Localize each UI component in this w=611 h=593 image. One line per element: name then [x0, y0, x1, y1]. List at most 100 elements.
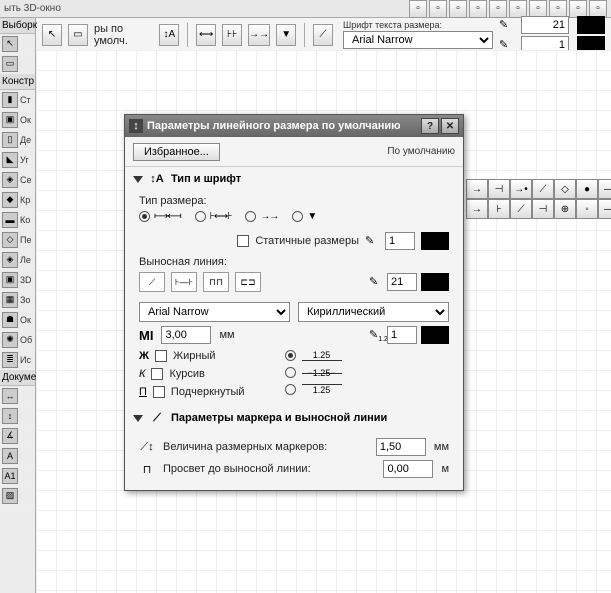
tool-slab[interactable]: ◈Ле	[0, 250, 35, 270]
tool-dim-angle[interactable]: ∡	[0, 426, 35, 446]
help-button[interactable]: ?	[421, 118, 439, 134]
top-tool-4[interactable]: ▫	[469, 0, 487, 18]
frame-radio-1[interactable]	[285, 350, 296, 361]
marker2-3-icon[interactable]: ⟋	[510, 199, 532, 219]
marker2-6-icon[interactable]: ◦	[576, 199, 598, 219]
text-pen-input[interactable]	[387, 326, 417, 344]
default-link[interactable]: По умолчанию	[387, 146, 455, 157]
panel-tab-construct[interactable]: Констр	[0, 74, 35, 90]
pen1-input[interactable]	[521, 16, 569, 34]
pen1-swatch[interactable]	[577, 16, 605, 34]
marker-dot-icon[interactable]: →•	[510, 179, 532, 199]
frame-radio-3[interactable]	[285, 384, 296, 395]
static-checkbox[interactable]	[237, 235, 249, 247]
marker2-1-icon[interactable]: →	[466, 199, 488, 219]
gap-input[interactable]	[383, 460, 433, 478]
tool-zone[interactable]: ▦Зо	[0, 290, 35, 310]
dimtype-radio-2[interactable]: ⊦⟷⊦	[195, 211, 232, 222]
tool-column[interactable]: ▬Ко	[0, 210, 35, 230]
witness-toggle-icon[interactable]: ⟋	[313, 24, 333, 46]
tool-beam[interactable]: ◇Пе	[0, 230, 35, 250]
static-pen-input[interactable]	[385, 232, 415, 250]
collapse-icon	[133, 176, 143, 183]
tool-object[interactable]: ☗Ок	[0, 310, 35, 330]
tool-text[interactable]: A	[0, 446, 35, 466]
font-family-select[interactable]: Arial Narrow	[139, 302, 290, 322]
dimtype-radio-4[interactable]: ▼	[292, 211, 316, 222]
static-label: Статичные размеры	[255, 235, 359, 247]
tool-roof[interactable]: ◆Кр	[0, 190, 35, 210]
top-tool-1[interactable]: ▫	[409, 0, 427, 18]
dimtype-3-icon[interactable]: →→	[248, 24, 270, 46]
text-pen-swatch[interactable]	[421, 326, 449, 344]
static-pen-swatch[interactable]	[421, 232, 449, 250]
italic-checkbox[interactable]	[151, 368, 163, 380]
witness-type-3-icon[interactable]: ⊓⊓	[203, 272, 229, 292]
font-select[interactable]: Arial Narrow	[343, 31, 493, 49]
dimtype-radio-3[interactable]: →→	[245, 211, 278, 222]
marker-tick-icon[interactable]: ⊣	[488, 179, 510, 199]
dimtype-2-icon[interactable]: ⊦⊦	[222, 24, 242, 46]
marker2-5-icon[interactable]: ⊕	[554, 199, 576, 219]
marker2-4-icon[interactable]: ⊣	[532, 199, 554, 219]
underline-label: Подчеркнутый	[171, 386, 245, 398]
close-button[interactable]: ✕	[441, 118, 459, 134]
left-tool-panel: Выборк ↖ ▭ Констр ▮Ст ▣Ок ▯Де ◣Уг ◈Се ◆К…	[0, 18, 36, 593]
gap-icon: ⊓	[139, 461, 155, 477]
tool-mesh[interactable]: ◈Се	[0, 170, 35, 190]
marker2-7-icon[interactable]: —	[598, 199, 611, 219]
dimtype-radio-1[interactable]: ⟼⟻	[139, 211, 181, 222]
tool-dim-level[interactable]: ↕	[0, 406, 35, 426]
witness-type-1-icon[interactable]: ⟋	[139, 272, 165, 292]
under-glyph: П	[139, 386, 147, 398]
tool-fill[interactable]: ▨	[0, 486, 35, 506]
tool-door[interactable]: ▯Де	[0, 130, 35, 150]
tool-dim-linear[interactable]: ↔	[0, 386, 35, 406]
panel-tab-select[interactable]: Выборк	[0, 18, 35, 34]
bold-checkbox[interactable]	[155, 350, 167, 362]
marker2-2-icon[interactable]: ⊦	[488, 199, 510, 219]
tool-3d[interactable]: ▣3D	[0, 270, 35, 290]
section-marker-witness[interactable]: ⟋ Параметры маркера и выносной линии	[125, 406, 463, 430]
tool-wall[interactable]: ▮Ст	[0, 90, 35, 110]
tool-corner[interactable]: ◣Уг	[0, 150, 35, 170]
marker-arrow-r-icon[interactable]: →	[466, 179, 488, 199]
witness-type-2-icon[interactable]: ⊦—⊦	[171, 272, 197, 292]
witness-type-4-icon[interactable]: ⊏⊐	[235, 272, 261, 292]
frame-radio-2[interactable]	[285, 367, 296, 378]
tool-lamp[interactable]: ✺Об	[0, 330, 35, 350]
dim-settings-icon[interactable]: ↕A	[159, 24, 179, 46]
font-script-select[interactable]: Кириллический	[298, 302, 449, 322]
section1-title: Тип и шрифт	[171, 173, 241, 185]
marquee-tool-icon[interactable]: ▭	[68, 24, 88, 46]
marker-diamond-icon[interactable]: ◇	[554, 179, 576, 199]
tool-window[interactable]: ▣Ок	[0, 110, 35, 130]
tool-marquee[interactable]: ▭	[0, 54, 35, 74]
witness-pen-swatch[interactable]	[421, 273, 449, 291]
tool-label[interactable]: A1	[0, 466, 35, 486]
dialog-title: Параметры линейного размера по умолчанию	[147, 120, 401, 132]
text-size-input[interactable]	[161, 326, 211, 344]
dimtype-4-icon[interactable]: ▼	[276, 24, 296, 46]
witness-pen-input[interactable]	[387, 273, 417, 291]
top-tool-3[interactable]: ▫	[449, 0, 467, 18]
section-type-font[interactable]: ↕A Тип и шрифт	[125, 167, 463, 191]
tool-stair[interactable]: ≣Ис	[0, 350, 35, 370]
tool-arrow[interactable]: ↖	[0, 34, 35, 54]
topbar-text: ыть 3D-окно	[4, 3, 61, 14]
dialog-titlebar[interactable]: ↕ Параметры линейного размера по умолчан…	[125, 115, 463, 137]
marker-strip-1: → ⊣ →• ⟋ ◇ ● —	[466, 179, 611, 199]
collapse-icon	[133, 415, 143, 422]
arrow-tool-icon[interactable]: ↖	[42, 24, 62, 46]
marker-none-icon[interactable]: —	[598, 179, 611, 199]
marker-slash-icon[interactable]: ⟋	[532, 179, 554, 199]
marker-circle-icon[interactable]: ●	[576, 179, 598, 199]
marker-size-input[interactable]	[376, 438, 426, 456]
italic-glyph: К	[139, 368, 145, 380]
bold-glyph: Ж	[139, 350, 149, 362]
underline-checkbox[interactable]	[153, 386, 165, 398]
favorites-button[interactable]: Избранное...	[133, 143, 220, 161]
dimtype-1-icon[interactable]: ⟷	[196, 24, 216, 46]
top-tool-2[interactable]: ▫	[429, 0, 447, 18]
panel-tab-document[interactable]: Докуме	[0, 370, 35, 386]
